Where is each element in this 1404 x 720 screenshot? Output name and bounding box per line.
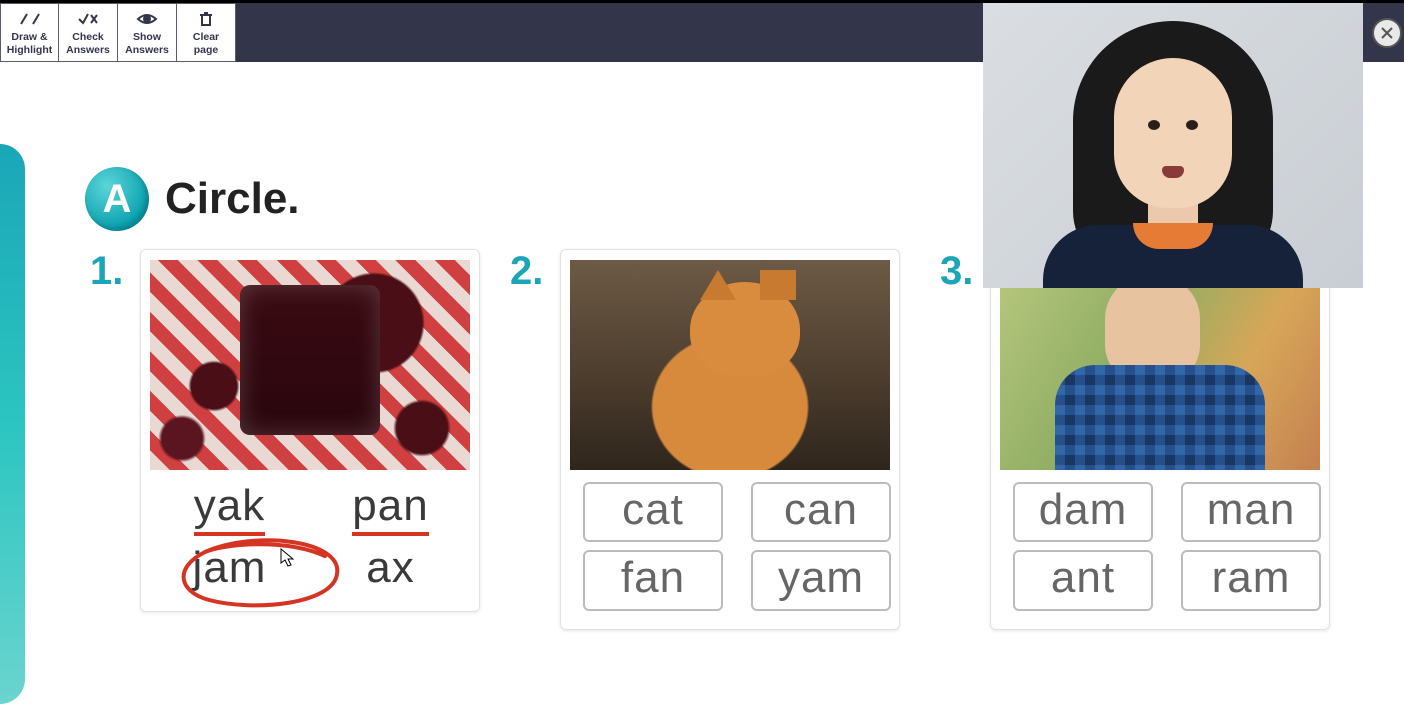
- question-number: 1.: [90, 249, 123, 294]
- word-option[interactable]: ram: [1181, 550, 1321, 610]
- presenter-video: [983, 3, 1363, 288]
- word-option[interactable]: ant: [1013, 550, 1153, 610]
- word-option[interactable]: pan: [352, 482, 428, 536]
- tool-label: Draw &Highlight: [7, 31, 53, 55]
- tool-label: ShowAnswers: [125, 31, 169, 55]
- question-image-cat: [570, 260, 890, 470]
- word-text: jam: [193, 543, 267, 592]
- show-answers-button[interactable]: ShowAnswers: [118, 3, 177, 62]
- question-card: cat can fan yam: [560, 249, 900, 630]
- question-card: yak pan jam ax: [140, 249, 480, 612]
- word-option[interactable]: fan: [583, 550, 723, 610]
- word-option[interactable]: yak: [194, 482, 265, 536]
- section-title: Circle.: [165, 174, 300, 224]
- eye-icon: [136, 9, 158, 29]
- word-options: yak pan jam ax: [141, 482, 479, 593]
- word-option[interactable]: man: [1181, 482, 1321, 542]
- word-option[interactable]: cat: [583, 482, 723, 542]
- word-option[interactable]: yam: [751, 550, 891, 610]
- question-image-jam: [150, 260, 470, 470]
- page-tab-decoration: [0, 144, 25, 704]
- draw-highlight-button[interactable]: Draw &Highlight: [0, 3, 59, 62]
- check-answers-button[interactable]: CheckAnswers: [59, 3, 118, 62]
- question-image-man: [1000, 260, 1320, 470]
- tool-label: Clearpage: [193, 31, 219, 55]
- clear-page-button[interactable]: Clearpage: [177, 3, 236, 62]
- question-2: 2. cat can fan yam: [510, 249, 900, 630]
- question-number: 3.: [940, 249, 973, 294]
- question-number: 2.: [510, 249, 543, 294]
- word-options: dam man ant ram: [991, 482, 1329, 611]
- cursor-icon: [280, 548, 296, 568]
- tool-label: CheckAnswers: [66, 31, 110, 55]
- word-option[interactable]: jam: [193, 544, 267, 592]
- question-3: 3. dam man ant ram: [940, 249, 1330, 630]
- close-button[interactable]: [1372, 18, 1402, 48]
- pencil-icon: [19, 9, 41, 29]
- word-options: cat can fan yam: [561, 482, 899, 611]
- check-x-icon: [77, 9, 99, 29]
- section-badge: A: [85, 167, 149, 231]
- section-header: A Circle.: [85, 167, 300, 231]
- question-card: dam man ant ram: [990, 249, 1330, 630]
- trash-icon: [197, 9, 215, 29]
- word-option[interactable]: ax: [366, 544, 414, 592]
- word-option[interactable]: can: [751, 482, 891, 542]
- word-option[interactable]: dam: [1013, 482, 1153, 542]
